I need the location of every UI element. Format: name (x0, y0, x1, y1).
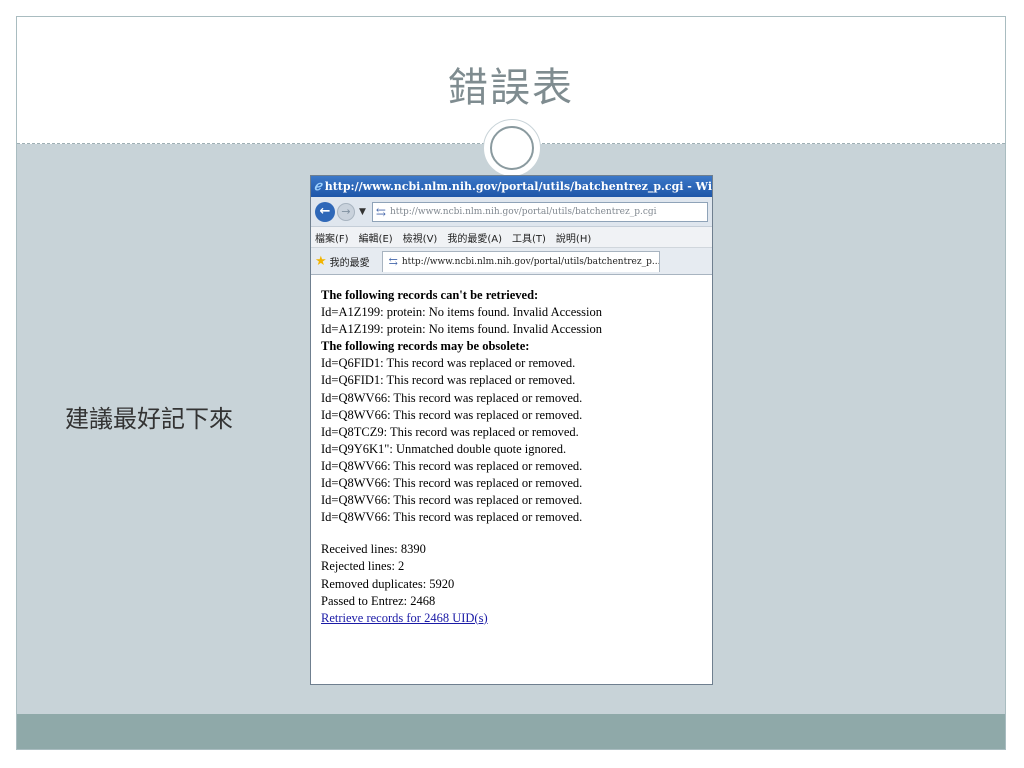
menu-edit[interactable]: 編輯(E) (359, 230, 393, 245)
menu-view[interactable]: 檢視(V) (403, 230, 438, 245)
bottom-band (17, 714, 1005, 749)
menu-favorites[interactable]: 我的最愛(A) (447, 230, 502, 245)
decorative-circle-ring (490, 126, 534, 170)
obsolete-line: Id=Q6FID1: This record was replaced or r… (321, 373, 576, 388)
browser-screenshot: ℯ http://www.ncbi.nlm.nih.gov/portal/uti… (310, 175, 713, 685)
error-line: Id=A1Z199: protein: No items found. Inva… (321, 305, 602, 320)
menu-file[interactable]: 檔案(F) (315, 230, 349, 245)
stat-duplicates: Removed duplicates: 5920 (321, 576, 455, 591)
obsolete-line: Id=Q9Y6K1": Unmatched double quote ignor… (321, 441, 567, 456)
tab-title: http://www.ncbi.nlm.nih.gov/portal/utils… (401, 256, 660, 267)
stat-rejected: Rejected lines: 2 (321, 559, 405, 574)
heading-obsolete: The following records may be obsolete: (321, 339, 530, 354)
obsolete-line: Id=Q8WV66: This record was replaced or r… (321, 493, 583, 508)
error-line: Id=A1Z199: protein: No items found. Inva… (321, 322, 602, 337)
ie-logo-icon: ℯ (314, 179, 322, 194)
tab-page-icon: ⇆ (388, 255, 398, 268)
page-icon: ⇆ (375, 204, 386, 219)
retrieve-records-link[interactable]: Retrieve records for 2468 UID(s) (321, 611, 488, 625)
url-text: http://www.ncbi.nlm.nih.gov/portal/utils… (389, 206, 657, 217)
favorites-bar: ★ 我的最愛 ⇆ http://www.ncbi.nlm.nih.gov/por… (311, 248, 712, 275)
bullet-text: 建議最好記下來 (65, 405, 233, 433)
slide: 錯誤表 建議最好記下來 ℯ http://www.ncbi.nlm.nih.go… (16, 16, 1006, 750)
menu-tools[interactable]: 工具(T) (512, 230, 546, 245)
window-title: http://www.ncbi.nlm.nih.gov/portal/utils… (324, 180, 712, 193)
forward-arrow-icon[interactable]: → (337, 202, 355, 221)
obsolete-line: Id=Q8WV66: This record was replaced or r… (321, 390, 583, 405)
address-bar: ← → ▼ ⇆ http://www.ncbi.nlm.nih.gov/port… (311, 197, 712, 227)
dropdown-arrow-icon[interactable]: ▼ (359, 207, 366, 217)
slide-title: 錯誤表 (448, 65, 574, 111)
obsolete-line: Id=Q8WV66: This record was replaced or r… (321, 510, 583, 525)
heading-not-retrieved: The following records can't be retrieved… (321, 288, 539, 302)
obsolete-line: Id=Q8WV66: This record was replaced or r… (321, 458, 583, 473)
browser-tab[interactable]: ⇆ http://www.ncbi.nlm.nih.gov/portal/uti… (381, 250, 660, 272)
menu-help[interactable]: 說明(H) (556, 230, 591, 245)
menu-bar: 檔案(F) 編輯(E) 檢視(V) 我的最愛(A) 工具(T) 說明(H) (311, 227, 712, 248)
stat-passed: Passed to Entrez: 2468 (321, 593, 436, 608)
stat-received: Received lines: 8390 (321, 542, 426, 557)
obsolete-line: Id=Q8WV66: This record was replaced or r… (321, 407, 583, 422)
obsolete-line: Id=Q6FID1: This record was replaced or r… (321, 356, 576, 371)
back-arrow-icon[interactable]: ← (315, 201, 335, 222)
page-content: The following records can't be retrieved… (311, 275, 712, 627)
obsolete-line: Id=Q8WV66: This record was replaced or r… (321, 476, 583, 491)
url-input[interactable]: ⇆ http://www.ncbi.nlm.nih.gov/portal/uti… (371, 201, 708, 222)
obsolete-line: Id=Q8TCZ9: This record was replaced or r… (321, 424, 579, 439)
favorites-label[interactable]: 我的最愛 (330, 254, 370, 269)
browser-titlebar: ℯ http://www.ncbi.nlm.nih.gov/portal/uti… (311, 176, 712, 197)
star-icon[interactable]: ★ (315, 254, 327, 269)
